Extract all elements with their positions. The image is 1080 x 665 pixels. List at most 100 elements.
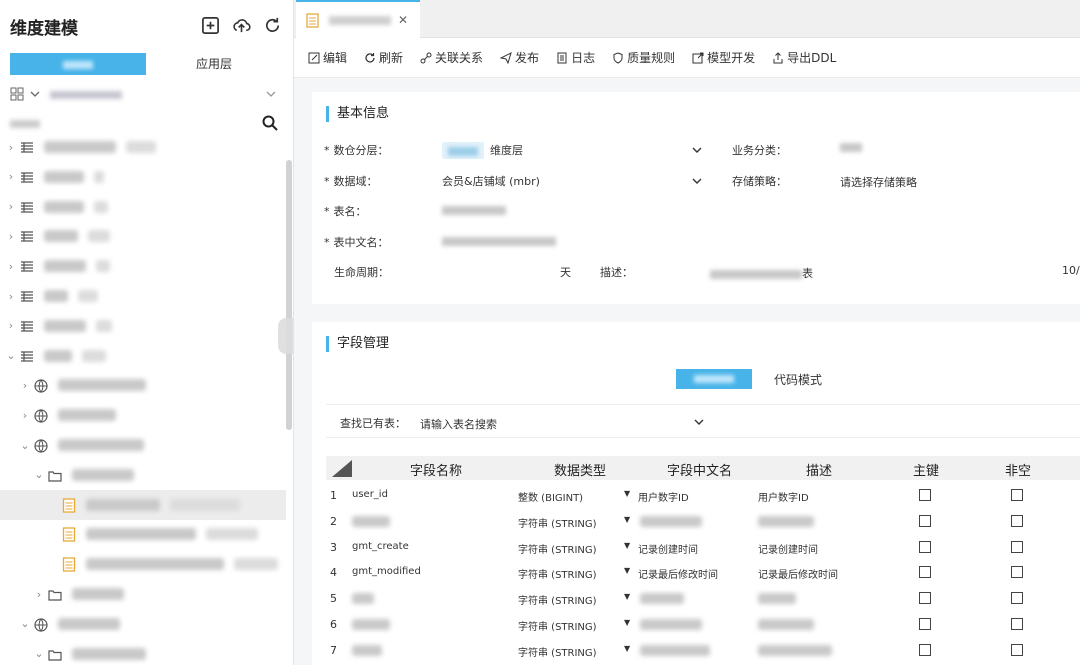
table-row[interactable]: 2 字符串 (STRING) ▼	[326, 508, 1080, 534]
not-null-checkbox[interactable]	[1011, 540, 1023, 553]
field-cn-name[interactable]: 用户数字ID	[638, 489, 689, 504]
category-select[interactable]	[10, 84, 284, 104]
field-type[interactable]: 字符串 (STRING)	[518, 618, 597, 633]
tree-caret-icon[interactable]: ⌄	[20, 617, 30, 630]
field-type[interactable]: 字符串 (STRING)	[518, 592, 597, 607]
type-dropdown-icon[interactable]: ▼	[624, 515, 630, 524]
field-cn-name[interactable]	[640, 515, 702, 527]
tree-node[interactable]: ›	[0, 311, 286, 341]
not-null-checkbox[interactable]	[1011, 592, 1023, 605]
edit-button[interactable]: 编辑	[308, 49, 347, 66]
close-tab-icon[interactable]: ✕	[398, 13, 408, 27]
field-type[interactable]: 整数 (BIGINT)	[518, 489, 583, 504]
description-input[interactable]: 表	[710, 265, 813, 281]
primary-key-checkbox[interactable]	[919, 489, 931, 501]
tree-node[interactable]: ›	[0, 400, 286, 430]
tree-node[interactable]: ⌄	[0, 460, 286, 490]
not-null-checkbox[interactable]	[1011, 566, 1023, 579]
field-cn-name[interactable]: 记录最后修改时间	[638, 566, 718, 581]
sidebar-collapse-handle[interactable]	[278, 318, 293, 354]
primary-key-checkbox[interactable]	[919, 592, 931, 605]
field-type[interactable]: 字符串 (STRING)	[518, 566, 597, 581]
visual-mode-tab[interactable]	[676, 369, 752, 389]
tree-caret-icon[interactable]: ⌄	[34, 468, 44, 481]
type-dropdown-icon[interactable]: ▼	[624, 618, 630, 627]
publish-button[interactable]: 发布	[500, 49, 539, 66]
type-dropdown-icon[interactable]: ▼	[624, 541, 630, 550]
field-description[interactable]: 记录创建时间	[758, 541, 818, 556]
tree-caret-icon[interactable]: ›	[20, 379, 30, 392]
tree-scrollbar[interactable]	[286, 160, 292, 430]
type-dropdown-icon[interactable]: ▼	[624, 489, 630, 498]
primary-key-checkbox[interactable]	[919, 514, 931, 527]
field-cn-name[interactable]	[640, 619, 702, 630]
tree-node[interactable]: ›	[0, 579, 286, 609]
tree-caret-icon[interactable]: ›	[6, 290, 16, 303]
tab-layer-active[interactable]	[10, 53, 146, 75]
field-description[interactable]	[758, 593, 796, 605]
field-name[interactable]	[352, 644, 382, 656]
refresh-button[interactable]: 刷新	[364, 49, 403, 66]
not-null-checkbox[interactable]	[1011, 514, 1023, 527]
tree-node[interactable]: ⌄	[0, 430, 286, 460]
not-null-checkbox[interactable]	[1011, 643, 1023, 656]
tree-caret-icon[interactable]: ›	[20, 409, 30, 422]
tree-node[interactable]: ⌄	[0, 341, 286, 371]
tree-node[interactable]: ›	[0, 281, 286, 311]
relations-button[interactable]: 关联关系	[420, 49, 483, 66]
tree-caret-icon[interactable]: ›	[6, 319, 16, 332]
chevron-down-icon[interactable]	[692, 145, 702, 155]
field-description[interactable]	[758, 619, 814, 630]
field-cn-name[interactable]	[640, 644, 710, 656]
model-dev-button[interactable]: 模型开发	[692, 49, 755, 66]
chevron-down-icon[interactable]	[692, 176, 702, 186]
document-tab[interactable]: ✕	[296, 0, 420, 38]
tree-caret-icon[interactable]: ›	[34, 588, 44, 601]
tree-caret-icon[interactable]: ›	[6, 141, 16, 154]
tree-node[interactable]: ›	[0, 192, 286, 222]
field-type[interactable]: 字符串 (STRING)	[518, 541, 597, 556]
code-mode-tab[interactable]: 代码模式	[774, 371, 822, 388]
field-name[interactable]	[352, 593, 374, 605]
field-description[interactable]: 记录最后修改时间	[758, 566, 838, 581]
tree-search[interactable]	[10, 113, 284, 133]
field-description[interactable]	[758, 644, 832, 656]
tree-caret-icon[interactable]: ⌄	[34, 647, 44, 660]
field-cn-name[interactable]	[640, 593, 684, 605]
primary-key-checkbox[interactable]	[919, 566, 931, 579]
table-row[interactable]: 1 user_id 整数 (BIGINT) ▼ 用户数字ID 用户数字ID	[326, 482, 1080, 508]
refresh-icon[interactable]	[263, 16, 282, 35]
quality-rules-button[interactable]: 质量规则	[612, 49, 675, 66]
search-icon[interactable]	[262, 115, 278, 131]
export-ddl-button[interactable]: 导出DDL	[772, 49, 836, 66]
table-row[interactable]: 3 gmt_create 字符串 (STRING) ▼ 记录创建时间 记录创建时间	[326, 534, 1080, 560]
field-name[interactable]	[352, 515, 390, 527]
tab-app-layer[interactable]: 应用层	[146, 53, 282, 75]
storage-select[interactable]: 请选择存储策略	[840, 174, 917, 190]
table-row[interactable]: 7 字符串 (STRING) ▼	[326, 637, 1080, 663]
table-row[interactable]: 4 gmt_modified 字符串 (STRING) ▼ 记录最后修改时间 记录最后修改…	[326, 559, 1080, 585]
category-value[interactable]	[840, 142, 862, 155]
tree-caret-icon[interactable]: ⌄	[20, 439, 30, 452]
add-square-icon[interactable]	[201, 16, 220, 35]
table-name-input[interactable]	[442, 205, 506, 218]
type-dropdown-icon[interactable]: ▼	[624, 644, 630, 653]
log-button[interactable]: 日志	[556, 49, 595, 66]
type-dropdown-icon[interactable]: ▼	[624, 592, 630, 601]
tree-node[interactable]	[0, 549, 286, 579]
field-type[interactable]: 字符串 (STRING)	[518, 515, 597, 530]
table-cn-input[interactable]	[442, 236, 556, 249]
field-description[interactable]: 用户数字ID	[758, 489, 809, 504]
tree-caret-icon[interactable]: ›	[6, 170, 16, 183]
field-name[interactable]: gmt_modified	[352, 566, 421, 577]
field-name[interactable]	[352, 619, 390, 630]
layer-select[interactable]: 维度层	[442, 142, 523, 159]
primary-key-checkbox[interactable]	[919, 540, 931, 553]
tree-node[interactable]: ›	[0, 162, 286, 192]
tree-node[interactable]: ⌄	[0, 639, 286, 665]
tree-search-input[interactable]	[10, 117, 262, 130]
tree-caret-icon[interactable]: ›	[6, 260, 16, 273]
tree-node[interactable]: ›	[0, 221, 286, 251]
not-null-checkbox[interactable]	[1011, 489, 1023, 501]
tree-node[interactable]: ›	[0, 370, 286, 400]
